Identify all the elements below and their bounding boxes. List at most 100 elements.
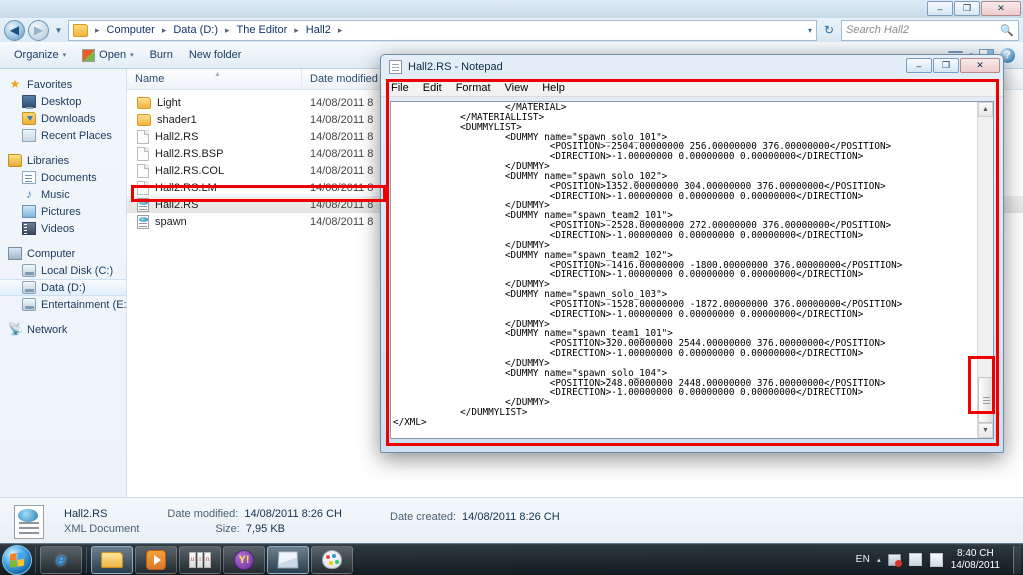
scroll-down-arrow-icon[interactable]: ▼ xyxy=(978,423,993,438)
desktop-icon xyxy=(22,95,36,109)
notepad-minimize-button[interactable]: – xyxy=(906,58,932,73)
search-input[interactable]: Search Hall2 🔍 xyxy=(841,19,1019,41)
start-button[interactable] xyxy=(2,544,32,575)
refresh-icon[interactable]: ↻ xyxy=(820,23,838,37)
history-dropdown-icon[interactable]: ▼ xyxy=(52,26,65,35)
sidebar-item-videos[interactable]: Videos xyxy=(0,220,126,237)
organize-button[interactable]: Organize ▾ xyxy=(6,45,74,65)
yahoo-messenger-icon: Y! xyxy=(234,549,254,570)
breadcrumb-separator-1: ▸ xyxy=(161,24,167,35)
back-button[interactable]: ◀ xyxy=(4,19,25,41)
menu-help[interactable]: Help xyxy=(535,80,572,96)
breadcrumb-item-the-editor[interactable]: The Editor xyxy=(235,23,290,37)
forward-button[interactable]: ▶ xyxy=(28,19,49,41)
show-hidden-icons-icon[interactable]: ▴ xyxy=(877,556,881,564)
xml-document-icon xyxy=(137,197,149,212)
notepad-maximize-button[interactable]: ❐ xyxy=(933,58,959,73)
sidebar-item-network[interactable]: 📡 Network xyxy=(0,321,126,338)
sidebar-label-music: Music xyxy=(41,188,70,201)
explorer-close-button[interactable]: ✕ xyxy=(981,1,1021,16)
taskbar-item-unikey[interactable]: uin xyxy=(179,545,221,574)
action-center-flag-icon[interactable] xyxy=(909,553,923,567)
new-folder-button[interactable]: New folder xyxy=(181,45,250,65)
clock[interactable]: 8:40 CH 14/08/2011 xyxy=(951,548,1006,572)
details-date-modified-label: Date modified: xyxy=(167,508,239,520)
navpane-group-libraries: Libraries Documents ♪ Music Pictures Vid… xyxy=(0,152,126,237)
sidebar-item-computer[interactable]: Computer xyxy=(0,245,126,262)
explorer-maximize-button[interactable]: ❐ xyxy=(954,1,980,16)
explorer-address-bar: ◀ ▶ ▼ ▸ Computer ▸ Data (D:) ▸ The Edito… xyxy=(0,18,1023,42)
notepad-vertical-scrollbar[interactable]: ▲ ▼ xyxy=(977,102,993,438)
folder-icon xyxy=(73,23,88,37)
details-size-label: Size: xyxy=(215,523,240,535)
menu-edit[interactable]: Edit xyxy=(416,80,449,96)
sidebar-item-pictures[interactable]: Pictures xyxy=(0,203,126,220)
file-name-cell: Hall2.RS.LM xyxy=(127,180,302,195)
sidebar-label-libraries: Libraries xyxy=(27,154,70,167)
sidebar-item-recent-places[interactable]: Recent Places xyxy=(0,127,126,144)
file-name-label: shader1 xyxy=(157,113,197,126)
unikey-icon: uin xyxy=(189,551,211,568)
search-placeholder: Search Hall2 xyxy=(846,24,909,36)
sidebar-item-music[interactable]: ♪ Music xyxy=(0,186,126,203)
burn-label: Burn xyxy=(149,49,173,61)
scrollbar-thumb[interactable] xyxy=(978,377,993,423)
sidebar-item-desktop[interactable]: Desktop xyxy=(0,93,126,110)
taskbar-divider xyxy=(35,546,36,573)
sidebar-label-data-d: Data (D:) xyxy=(41,281,86,294)
sidebar-item-local-disk-c[interactable]: Local Disk (C:) xyxy=(0,262,126,279)
show-desktop-button[interactable] xyxy=(1013,545,1021,574)
notepad-close-button[interactable]: ✕ xyxy=(960,58,1000,73)
scroll-up-arrow-icon[interactable]: ▲ xyxy=(978,102,993,117)
sidebar-item-data-d[interactable]: Data (D:) xyxy=(0,279,126,296)
hard-disk-icon xyxy=(22,264,36,277)
file-name-label: Hall2.RS xyxy=(155,130,199,143)
security-shield-icon[interactable] xyxy=(930,552,944,567)
breadcrumb-dropdown-icon[interactable]: ▾ xyxy=(802,26,812,35)
details-date-modified-line: Date modified: 14/08/2011 8:26 CH xyxy=(167,508,342,520)
menu-format[interactable]: Format xyxy=(449,80,498,96)
breadcrumb-item-hall2[interactable]: Hall2 xyxy=(304,23,333,37)
sidebar-label-computer: Computer xyxy=(27,247,76,260)
sidebar-label-local-disk-c: Local Disk (C:) xyxy=(41,264,114,277)
taskbar-item-notepad[interactable] xyxy=(267,545,309,574)
file-name-cell: shader1 xyxy=(127,113,302,126)
explorer-minimize-button[interactable]: – xyxy=(927,1,953,16)
taskbar-item-internet-explorer[interactable]: e xyxy=(40,545,82,574)
notepad-title-bar[interactable]: Hall2.RS - Notepad – ❐ ✕ xyxy=(381,55,1003,79)
language-indicator[interactable]: EN xyxy=(856,554,871,565)
sidebar-item-downloads[interactable]: Downloads xyxy=(0,110,126,127)
file-name-label: spawn xyxy=(155,215,187,228)
burn-button[interactable]: Burn xyxy=(142,45,181,65)
taskbar-item-windows-explorer[interactable] xyxy=(91,545,133,574)
sidebar-item-favorites[interactable]: ★ Favorites xyxy=(0,76,126,93)
xml-document-icon xyxy=(14,504,44,539)
explorer-title-bar: – ❐ ✕ xyxy=(0,0,1023,18)
file-name-cell: spawn xyxy=(127,214,302,229)
file-name-label: Hall2.RS.COL xyxy=(155,164,225,177)
menu-file[interactable]: File xyxy=(384,80,416,96)
sidebar-item-libraries[interactable]: Libraries xyxy=(0,152,126,169)
open-button[interactable]: Open ▾ xyxy=(74,45,141,66)
network-status-icon[interactable] xyxy=(888,553,903,567)
menu-view[interactable]: View xyxy=(498,80,536,96)
taskbar: e uin Y! EN ▴ 8:40 CH 14/08/2011 xyxy=(0,543,1023,575)
sidebar-item-documents[interactable]: Documents xyxy=(0,169,126,186)
sidebar-label-entertainment-e: Entertainment (E:) xyxy=(41,298,127,311)
notepad-text-content[interactable]: </MATERIAL> </MATERIALLIST> <DUMMYLIST> … xyxy=(391,102,977,438)
sidebar-label-favorites: Favorites xyxy=(27,78,73,91)
breadcrumb-item-computer[interactable]: Computer xyxy=(105,23,157,37)
pictures-icon xyxy=(22,205,36,218)
taskbar-divider xyxy=(86,546,87,573)
sidebar-item-entertainment-e[interactable]: Entertainment (E:) xyxy=(0,296,126,313)
navpane-group-network: 📡 Network xyxy=(0,321,126,338)
sidebar-label-desktop: Desktop xyxy=(41,95,82,108)
breadcrumb-item-data-d[interactable]: Data (D:) xyxy=(171,23,220,37)
taskbar-item-paint[interactable] xyxy=(311,545,353,574)
file-name-cell: Hall2.RS.BSP xyxy=(127,146,302,161)
taskbar-item-yahoo-messenger[interactable]: Y! xyxy=(223,545,265,574)
notepad-app-icon xyxy=(389,60,402,74)
taskbar-item-windows-media-player[interactable] xyxy=(135,545,177,574)
column-header-name[interactable]: Name ▲ xyxy=(127,68,302,90)
breadcrumb[interactable]: ▸ Computer ▸ Data (D:) ▸ The Editor ▸ Ha… xyxy=(68,19,817,41)
